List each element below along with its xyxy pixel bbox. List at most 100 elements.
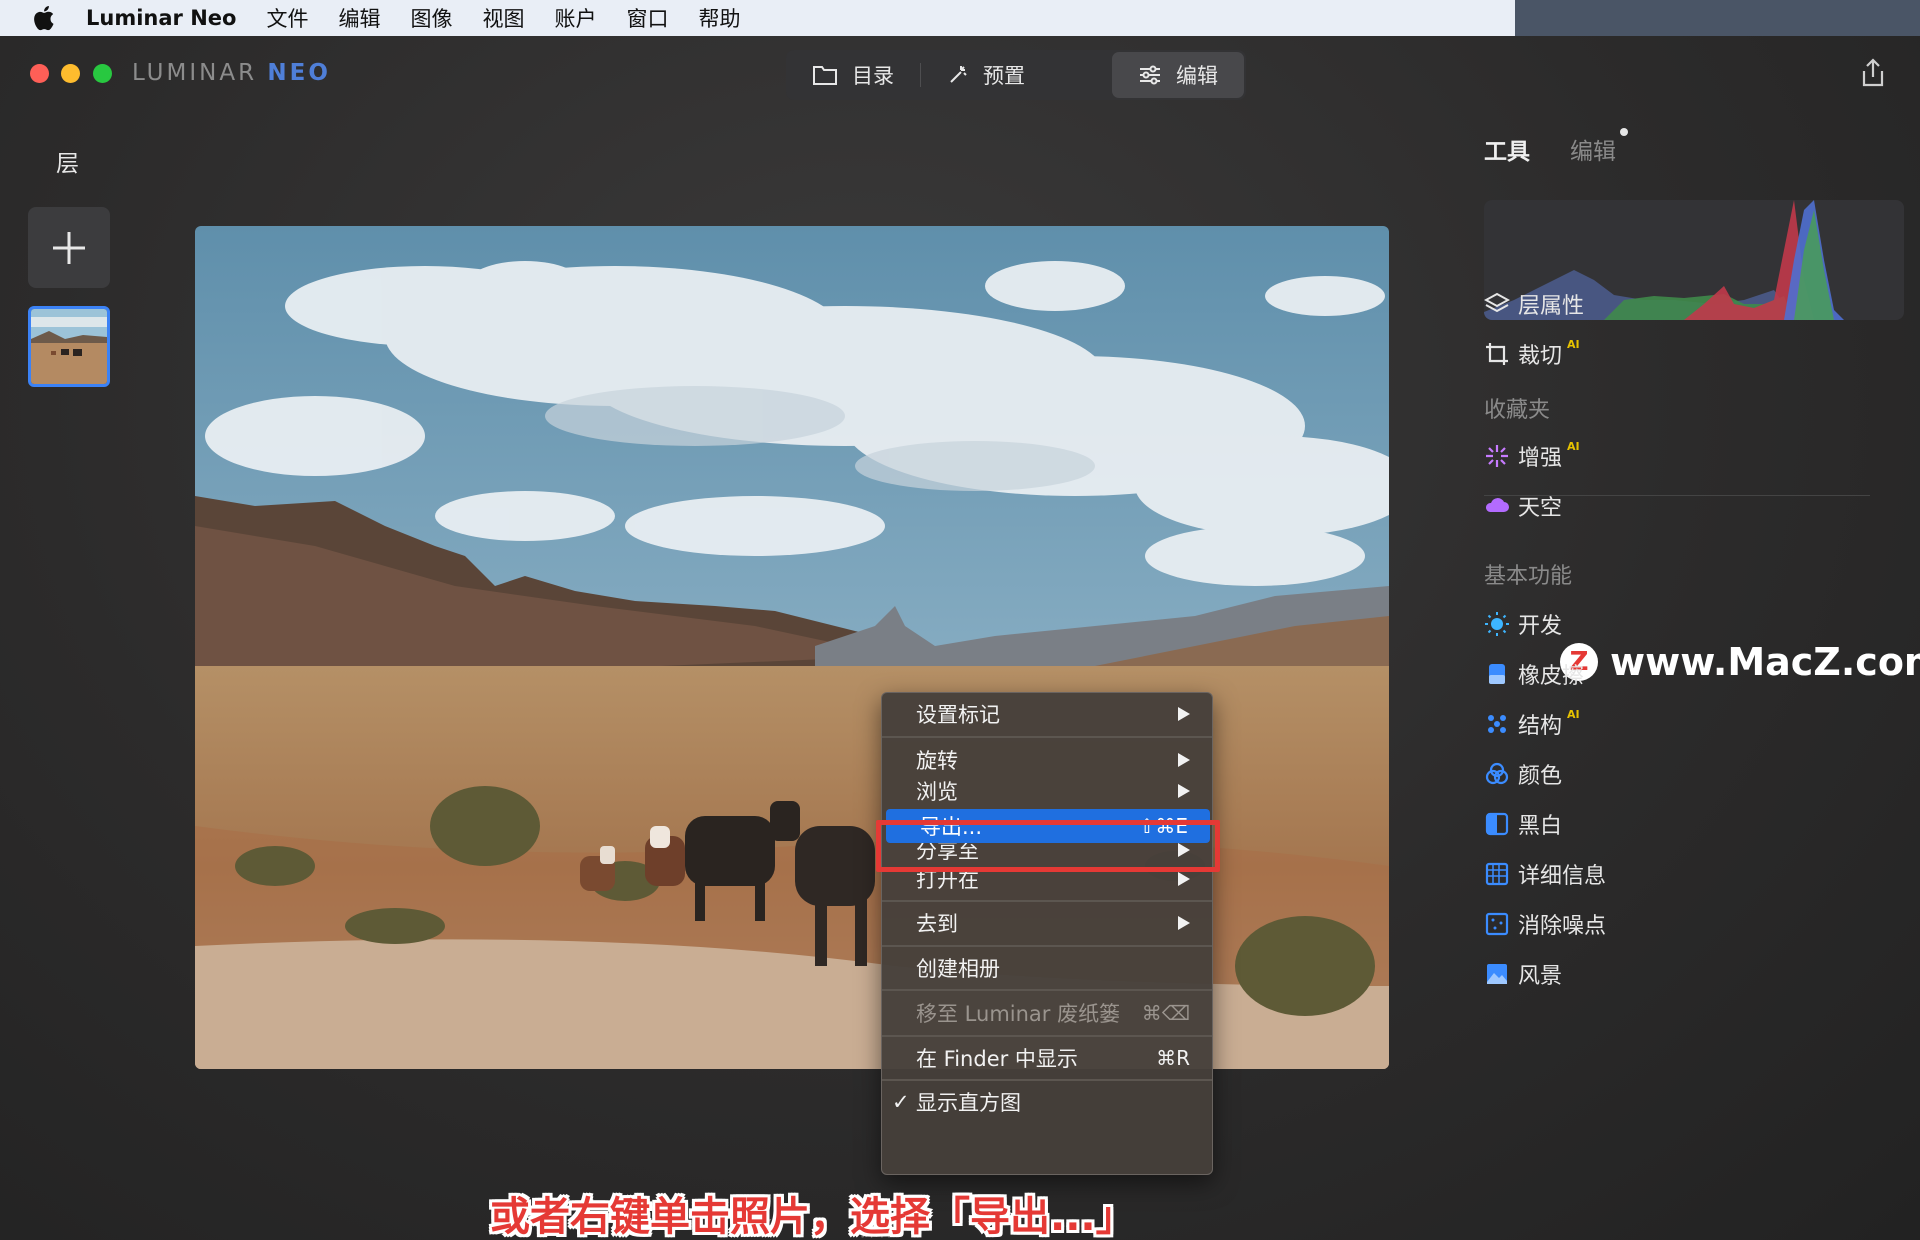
cloud-icon — [1484, 493, 1510, 519]
menubar: Luminar Neo 文件 编辑 图像 视图 账户 窗口 帮助 — [0, 0, 1515, 36]
menu-item-move-to-trash: 移至 Luminar 废纸篓 ⌘⌫ — [916, 1001, 1190, 1026]
layer-thumbnail[interactable] — [28, 306, 110, 387]
tool-sky-label: 天空 — [1518, 496, 1563, 521]
tool-black-white[interactable]: 黑白 — [1484, 808, 1562, 840]
menu-item-show-histogram[interactable]: ✓ 显示直方图 — [882, 1087, 1212, 1117]
crop-icon — [1484, 341, 1510, 367]
tool-landscape[interactable]: 风景 — [1484, 958, 1562, 990]
menu-view[interactable]: 视图 — [482, 3, 524, 33]
bw-icon — [1484, 811, 1510, 837]
ai-badge: AI — [1567, 708, 1580, 721]
tab-catalog[interactable]: 目录 — [786, 52, 920, 98]
export-highlight-box — [876, 820, 1220, 872]
ai-badge: AI — [1567, 440, 1580, 453]
tool-details[interactable]: 详细信息 — [1484, 858, 1606, 890]
tool-sky[interactable]: 天空 — [1484, 490, 1562, 522]
menu-item-set-marker[interactable]: 设置标记 — [882, 699, 1212, 729]
menu-help[interactable]: 帮助 — [698, 3, 740, 33]
favorites-title: 收藏夹 — [1484, 398, 1551, 423]
layers-title: 层 — [56, 151, 79, 177]
apple-icon[interactable] — [30, 3, 60, 33]
menu-account[interactable]: 账户 — [554, 3, 596, 33]
menu-item-create-album[interactable]: 创建相册 — [882, 953, 1212, 983]
tool-develop[interactable]: 开发 — [1484, 608, 1562, 640]
share-icon[interactable] — [1860, 58, 1886, 88]
structure-icon — [1484, 711, 1510, 737]
shortcut-finder: ⌘R — [1156, 1046, 1190, 1070]
tool-details-label: 详细信息 — [1518, 864, 1607, 889]
menu-item-show-in-finder[interactable]: 在 Finder 中显示 ⌘R — [882, 1043, 1212, 1073]
tool-black-white-label: 黑白 — [1518, 814, 1563, 839]
tool-color[interactable]: 颜色 — [1484, 758, 1562, 790]
tab-presets-label: 预置 — [983, 64, 1025, 88]
tool-structure[interactable]: 结构 AI — [1484, 708, 1580, 740]
magic-wand-icon — [950, 66, 967, 83]
submenu-arrow-icon — [1178, 872, 1190, 886]
tab-tools[interactable]: 工具 — [1484, 132, 1530, 166]
menu-separator — [882, 900, 1212, 902]
minimize-window-button[interactable] — [61, 64, 80, 83]
watermark-text: www.MacZ.com — [1610, 640, 1920, 684]
tool-layer-properties-label: 层属性 — [1518, 294, 1585, 319]
menu-image[interactable]: 图像 — [410, 3, 452, 33]
menubar-app-name[interactable]: Luminar Neo — [86, 6, 236, 30]
shortcut-trash: ⌘⌫ — [1141, 1001, 1190, 1025]
menu-separator — [882, 736, 1212, 738]
tool-crop-label: 裁切 — [1518, 344, 1563, 369]
tab-presets[interactable]: 预置 — [921, 52, 1051, 98]
edits-indicator-dot — [1620, 128, 1628, 136]
submenu-arrow-icon — [1178, 753, 1190, 767]
menu-window[interactable]: 窗口 — [626, 3, 668, 33]
menu-item-go-to[interactable]: 去到 — [882, 908, 1212, 938]
tool-structure-label: 结构 — [1518, 714, 1563, 739]
add-layer-button[interactable] — [28, 207, 110, 288]
tab-edits[interactable]: 编辑 — [1570, 128, 1628, 166]
menu-item-rotate[interactable]: 旋转 — [882, 745, 1212, 775]
tool-eraser[interactable]: 橡皮擦 — [1484, 658, 1584, 690]
tool-crop[interactable]: 裁切 AI — [1484, 338, 1580, 370]
landscape-icon — [1484, 961, 1510, 987]
menu-edit[interactable]: 编辑 — [338, 3, 380, 33]
close-window-button[interactable] — [30, 64, 49, 83]
tool-denoise-label: 消除噪点 — [1518, 914, 1607, 939]
menu-separator — [882, 945, 1212, 947]
details-icon — [1484, 861, 1510, 887]
layer-thumbnail-image — [31, 309, 107, 384]
sliders-icon — [1140, 65, 1160, 85]
tutorial-caption: 或者右键单击照片，选择「导出...」 — [490, 1194, 1136, 1240]
tool-enhance-label: 增强 — [1518, 446, 1563, 471]
ai-badge: AI — [1567, 338, 1580, 351]
layers-icon — [1484, 291, 1510, 317]
menu-separator — [882, 1035, 1212, 1037]
submenu-arrow-icon — [1178, 784, 1190, 798]
plus-icon — [53, 231, 85, 264]
folder-icon — [813, 66, 837, 85]
menu-separator — [882, 1079, 1212, 1081]
sparkle-icon — [1484, 443, 1510, 469]
panel-tabs: 工具 编辑 — [1484, 128, 1628, 166]
essentials-title: 基本功能 — [1484, 564, 1573, 589]
denoise-icon — [1484, 911, 1510, 937]
tool-denoise[interactable]: 消除噪点 — [1484, 908, 1606, 940]
tool-enhance[interactable]: 增强 AI — [1484, 440, 1580, 472]
tool-color-label: 颜色 — [1518, 764, 1563, 789]
brand-luminar: LUMINAR — [132, 60, 258, 86]
submenu-arrow-icon — [1178, 707, 1190, 721]
tab-edit-label: 编辑 — [1176, 64, 1218, 88]
tab-catalog-label: 目录 — [852, 64, 894, 88]
checkmark-icon: ✓ — [892, 1090, 910, 1114]
menu-item-browse[interactable]: 浏览 — [882, 776, 1212, 806]
app-logo: LUMINAR NEO — [132, 60, 331, 86]
submenu-arrow-icon — [1178, 916, 1190, 930]
menu-file[interactable]: 文件 — [266, 3, 308, 33]
tab-edit[interactable]: 编辑 — [1112, 52, 1244, 98]
tool-landscape-label: 风景 — [1518, 964, 1563, 989]
color-icon — [1484, 761, 1510, 787]
context-menu: 设置标记 旋转 浏览 分享至 导出... ⇧⌘E 打开在 去到 创建相册 移至 … — [881, 692, 1213, 1175]
tool-layer-properties[interactable]: 层属性 — [1484, 288, 1584, 320]
mode-tabs: 目录 预置 编辑 — [786, 50, 1246, 100]
app-window: LUMINAR NEO 目录 预置 编辑 层 工具 编辑 层属性 裁切 AI 收… — [0, 36, 1920, 1240]
sun-icon — [1484, 611, 1510, 637]
eraser-icon — [1484, 661, 1510, 687]
zoom-window-button[interactable] — [93, 64, 112, 83]
